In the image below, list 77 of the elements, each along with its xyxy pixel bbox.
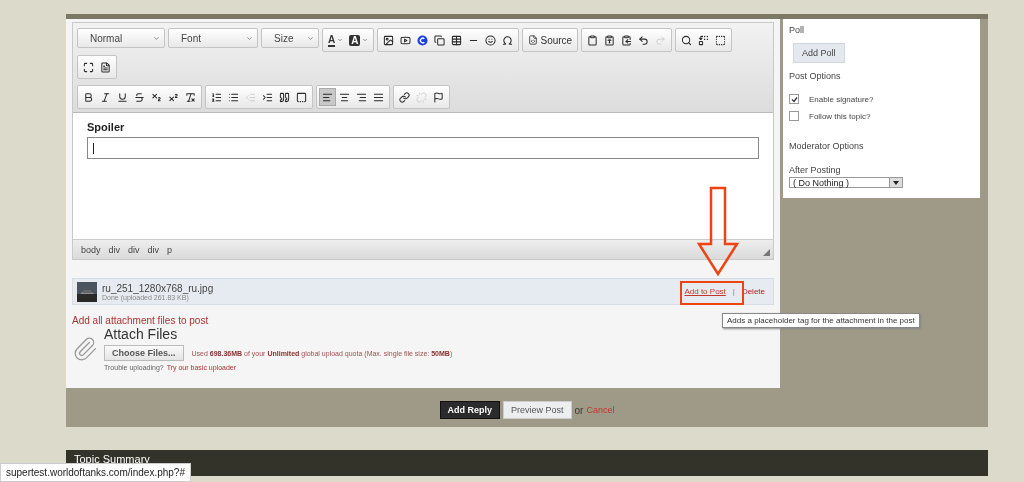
add-reply-button[interactable]: Add Reply xyxy=(439,401,501,419)
after-posting-label: After Posting xyxy=(789,165,842,175)
document-icon xyxy=(528,35,539,45)
chevron-down-icon xyxy=(153,34,160,42)
underline-icon xyxy=(117,91,128,103)
checkbox[interactable] xyxy=(789,94,799,104)
align-center-icon xyxy=(339,91,350,103)
preview-post-button[interactable]: Preview Post xyxy=(503,401,572,419)
path-element[interactable]: div xyxy=(128,244,140,255)
after-posting-select[interactable]: ( Do Nothing ) xyxy=(789,177,903,188)
source-button[interactable]: Source xyxy=(525,31,576,49)
omega-icon xyxy=(502,34,514,46)
text-color-button[interactable]: A xyxy=(325,31,347,49)
choose-files-button[interactable]: Choose Files... xyxy=(104,345,184,361)
delete-link[interactable]: Delete xyxy=(741,287,765,296)
poll-heading: Poll xyxy=(789,25,805,35)
numbered-list-icon xyxy=(211,91,222,103)
path-element[interactable]: div xyxy=(108,244,121,255)
div-container-icon xyxy=(296,91,307,103)
show-blocks-icon xyxy=(100,61,111,73)
tooltip: Adds a placeholder tag for the attachment in the post xyxy=(722,313,920,328)
separator: | xyxy=(732,287,735,296)
moderator-options-heading: Moderator Options xyxy=(789,141,865,151)
paste-word-icon xyxy=(621,34,633,46)
path-element[interactable]: body xyxy=(81,244,101,255)
remove-format-icon xyxy=(185,91,196,103)
resize-handle-icon[interactable] xyxy=(763,249,770,256)
spoiler-field[interactable] xyxy=(87,137,759,159)
align-left-icon xyxy=(322,91,333,103)
option-label: Follow this topic? xyxy=(809,111,871,121)
strikethrough-icon xyxy=(134,91,145,103)
topic-summary-title: Topic Summary xyxy=(74,453,150,465)
dropdown-arrow-icon xyxy=(893,180,899,185)
spoiler-heading: Spoiler xyxy=(87,121,126,133)
option-label: Enable signature? xyxy=(809,94,874,104)
dropdown[interactable]: Font xyxy=(168,28,258,48)
align-left-button[interactable] xyxy=(319,88,336,106)
path-element[interactable]: div xyxy=(147,244,160,255)
paste-text-icon xyxy=(604,34,616,46)
align-right-icon xyxy=(356,91,367,103)
select-all-icon xyxy=(715,34,727,46)
italic-icon xyxy=(100,91,111,103)
add-to-post-link[interactable]: Add to Post xyxy=(684,287,726,296)
paperclip-icon xyxy=(72,336,98,362)
quote-icon xyxy=(279,91,290,103)
dropdown[interactable]: Size xyxy=(261,28,319,48)
bold-icon xyxy=(83,91,94,103)
or-text: or xyxy=(574,404,584,416)
add-poll-button[interactable]: Add Poll xyxy=(793,43,845,63)
attachment-filename: ru_251_1280x768_ru.jpg xyxy=(102,282,215,294)
image-icon xyxy=(383,34,395,46)
circle-c-icon xyxy=(417,34,429,46)
status-url: supertest.worldoftanks.com/index.php?# xyxy=(0,463,191,482)
attach-files-heading: Attach Files xyxy=(104,326,179,342)
path-element[interactable]: p xyxy=(167,244,173,255)
checkbox[interactable] xyxy=(789,111,799,121)
chevron-down-icon xyxy=(246,34,253,42)
replace-icon xyxy=(698,34,710,46)
post-options-heading: Post Options xyxy=(789,71,842,81)
dropdown[interactable]: Normal xyxy=(77,28,165,48)
smiley-icon xyxy=(485,34,497,46)
background-color-button[interactable]: A xyxy=(346,31,372,49)
video-icon xyxy=(400,34,412,46)
paste-icon xyxy=(587,34,599,46)
justify-icon xyxy=(373,91,384,103)
chevron-down-icon xyxy=(307,34,314,42)
superscript-icon xyxy=(168,91,179,103)
table-icon xyxy=(451,34,463,46)
copy-icon xyxy=(434,34,446,46)
search-icon xyxy=(681,34,693,46)
subscript-icon xyxy=(151,91,162,103)
annotation-box xyxy=(680,281,744,305)
anchor-flag-icon xyxy=(433,91,444,103)
chevron-down-icon xyxy=(337,37,344,43)
bullet-list-icon xyxy=(228,91,239,103)
chevron-down-icon xyxy=(362,37,369,43)
maximize-icon xyxy=(83,61,94,73)
